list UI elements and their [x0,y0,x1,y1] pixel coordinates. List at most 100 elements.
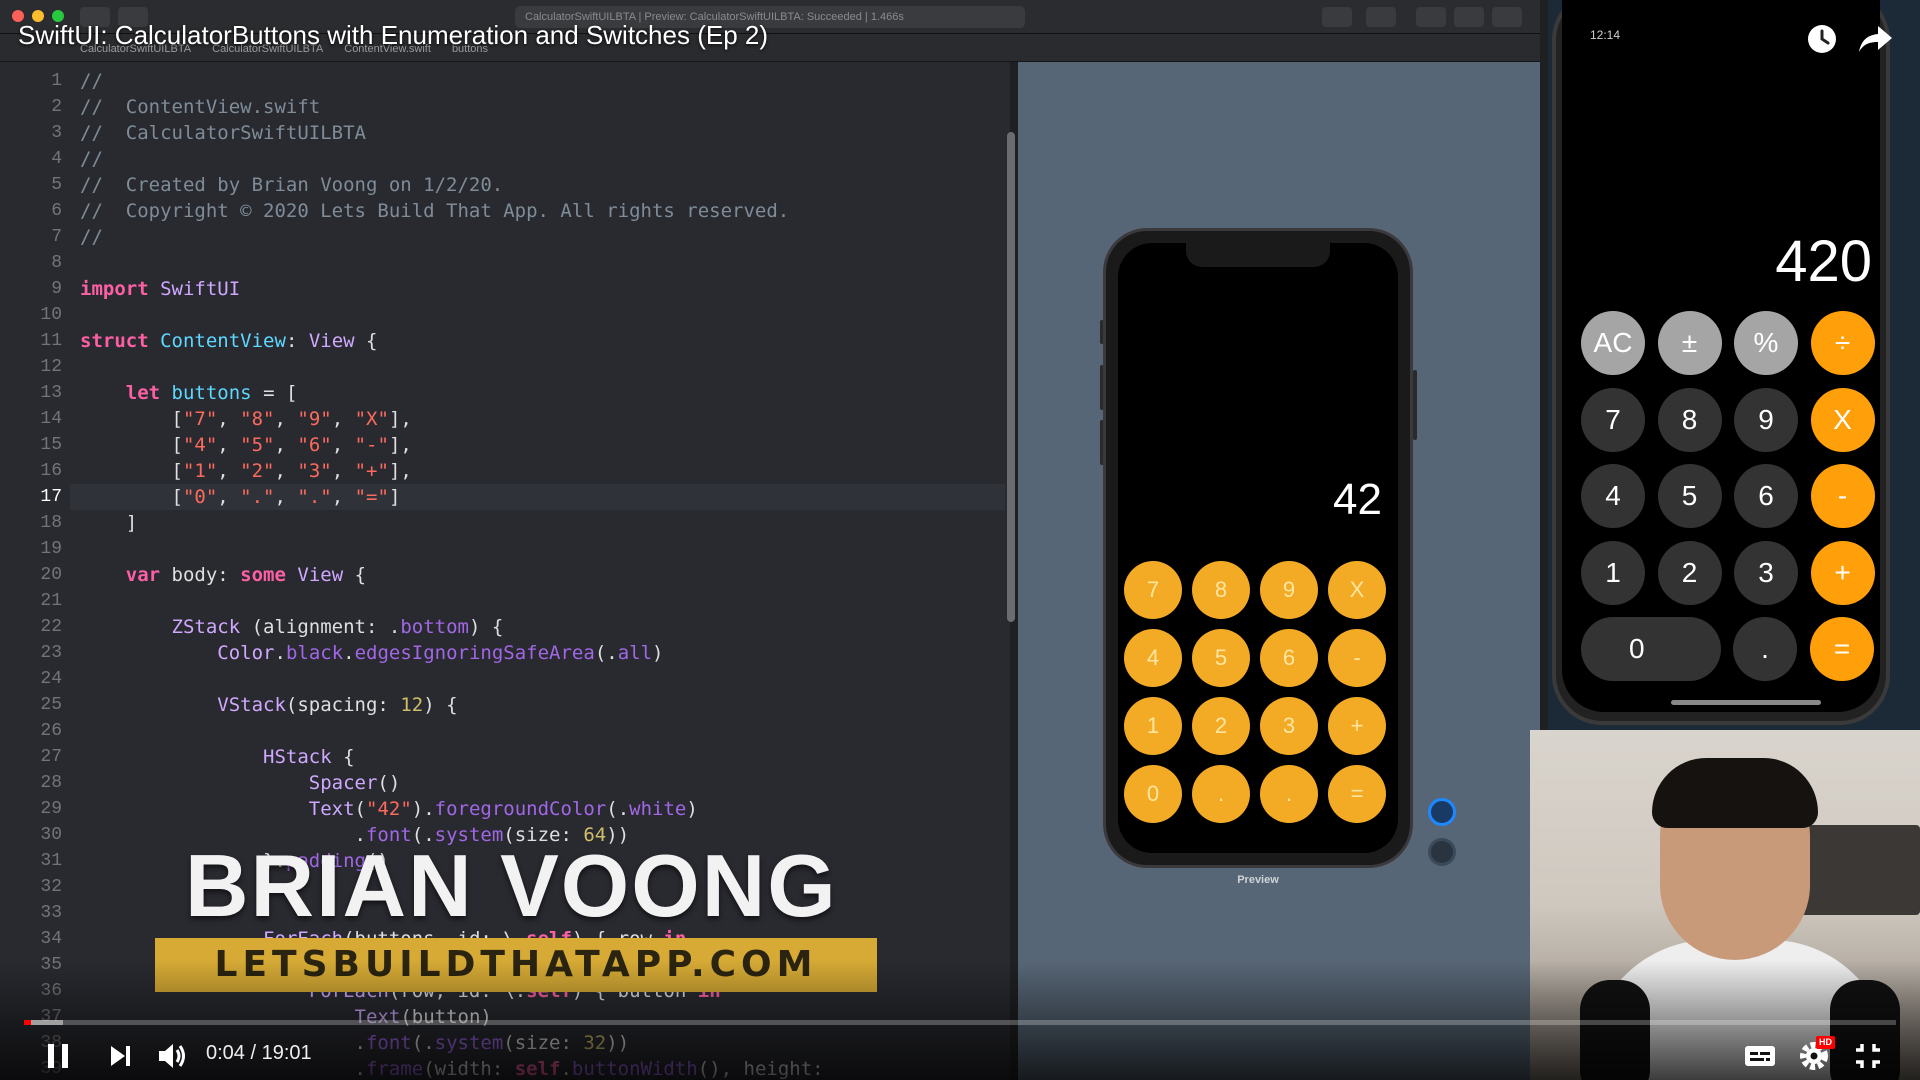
device-button[interactable]: + [1810,540,1875,605]
preview-button[interactable]: 8 [1192,561,1250,619]
share-arrow-icon[interactable] [1858,22,1894,56]
preview-button[interactable]: . [1192,765,1250,823]
code-line[interactable]: // CalculatorSwiftUILBTA [80,120,366,146]
video-frame: CalculatorSwiftUILBTA | Preview: Calcula… [0,0,1920,1080]
device-button[interactable]: 8 [1657,387,1722,452]
code-line[interactable]: Color.black.edgesIgnoringSafeArea(.all) [80,640,663,666]
preview-button[interactable]: - [1328,629,1386,687]
line-number: 30 [40,825,62,845]
line-number: 27 [40,747,62,767]
code-line[interactable]: import SwiftUI [80,276,240,302]
line-number: 5 [51,175,62,195]
line-number: 31 [40,851,62,871]
code-line[interactable]: ["4", "5", "6", "-"], [80,432,412,458]
device-button[interactable]: 9 [1734,387,1798,452]
preview-screen: 42 7 8 9 X 4 5 6-1 2 3 +0.. = [1118,243,1398,853]
device-button[interactable]: X [1810,387,1875,452]
device-button[interactable]: ÷ [1810,311,1875,375]
review-button[interactable] [1366,7,1396,27]
pause-icon[interactable] [40,1038,76,1074]
line-number: 19 [40,539,62,559]
preview-button[interactable]: + [1328,697,1386,755]
line-number: 21 [40,591,62,611]
code-line[interactable]: Text("42").foregroundColor(.white) [80,796,698,822]
preview-button[interactable]: = [1328,765,1386,823]
preview-button[interactable]: 9 [1260,561,1318,619]
line-number: 1 [51,71,62,91]
line-number: 32 [40,877,62,897]
captions-icon[interactable] [1742,1038,1778,1074]
device-button[interactable]: - [1810,464,1875,528]
code-line[interactable]: var body: some View { [80,562,366,588]
line-number: 22 [40,617,62,637]
time-display: 0:04 / 19:01 [206,1042,312,1065]
line-number: 17 [40,487,62,507]
preview-notch [1186,243,1330,267]
gear-icon[interactable]: HD [1796,1036,1835,1074]
code-line[interactable]: ] [80,510,137,536]
video-title[interactable]: SwiftUI: CalculatorButtons with Enumerat… [18,20,768,51]
preview-button[interactable]: 3 [1260,697,1318,755]
device-button[interactable]: ± [1657,311,1722,375]
device-button[interactable]: 6 [1734,464,1798,528]
device-button-0[interactable]: 0 [1581,617,1721,681]
preview-button[interactable]: 7 [1124,561,1182,619]
code-line[interactable]: // ContentView.swift [80,94,320,120]
code-line[interactable]: VStack(spacing: 12) { [80,692,457,718]
preview-button[interactable]: 2 [1192,697,1250,755]
preview-button[interactable]: 0 [1124,765,1182,823]
device-button[interactable]: 4 [1581,464,1645,528]
line-number: 13 [40,383,62,403]
device-status-time: 12:14 [1590,28,1621,42]
next-icon[interactable] [102,1038,138,1074]
device-button[interactable]: AC [1581,311,1645,375]
code-line[interactable]: // Created by Brian Voong on 1/2/20. [80,172,503,198]
preview-button[interactable]: 5 [1192,629,1250,687]
code-line[interactable]: // Copyright © 2020 Lets Build That App.… [80,198,789,224]
played-bar [24,1020,31,1025]
code-line[interactable]: struct ContentView: View { [80,328,377,354]
code-line[interactable]: ["0", ".", ".", "="] [80,484,401,510]
exit-fullscreen-icon[interactable] [1850,1038,1886,1074]
device-button-dot[interactable]: . [1733,617,1797,681]
player-controls: 0:04 / 19:01 HD [0,1030,1920,1080]
clock-icon[interactable] [1805,22,1839,56]
navigator-toggle-button[interactable] [1416,7,1446,27]
device-button[interactable]: 2 [1657,540,1722,605]
live-preview-icon[interactable] [1428,798,1456,826]
code-line[interactable]: HStack { [80,744,355,770]
line-number: 14 [40,409,62,429]
code-line[interactable]: // [80,68,103,94]
preview-button[interactable]: . [1260,765,1318,823]
code-line[interactable]: ["1", "2", "3", "+"], [80,458,412,484]
line-number: 9 [51,279,62,299]
code-line[interactable]: // [80,224,103,250]
line-number: 10 [40,305,62,325]
device-button[interactable]: 3 [1734,540,1798,605]
device-button[interactable]: 5 [1657,464,1722,528]
line-number: 7 [51,227,62,247]
volume-icon[interactable] [154,1038,190,1074]
inspector-toggle-button[interactable] [1492,7,1522,27]
sim-power-button [1413,370,1417,440]
library-button[interactable] [1322,7,1352,27]
device-button[interactable]: % [1734,311,1798,375]
editor-scrollbar[interactable] [1007,132,1015,622]
progress-bar[interactable] [24,1020,1896,1025]
line-number: 28 [40,773,62,793]
preview-button[interactable]: 4 [1124,629,1182,687]
preview-on-device-icon[interactable] [1428,838,1456,866]
device-button[interactable]: 7 [1581,387,1645,452]
code-line[interactable]: let buttons = [ [80,380,298,406]
debug-toggle-button[interactable] [1454,7,1484,27]
preview-button[interactable]: 6 [1260,629,1318,687]
device-button[interactable]: 1 [1581,540,1645,605]
preview-button[interactable]: X [1328,561,1386,619]
presenter-hair [1652,758,1818,828]
preview-button[interactable]: 1 [1124,697,1182,755]
code-line[interactable]: // [80,146,103,172]
device-button-equals[interactable]: = [1810,617,1874,681]
code-line[interactable]: ["7", "8", "9", "X"], [80,406,412,432]
code-line[interactable]: Spacer() [80,770,401,796]
code-line[interactable]: ZStack (alignment: .bottom) { [80,614,504,640]
